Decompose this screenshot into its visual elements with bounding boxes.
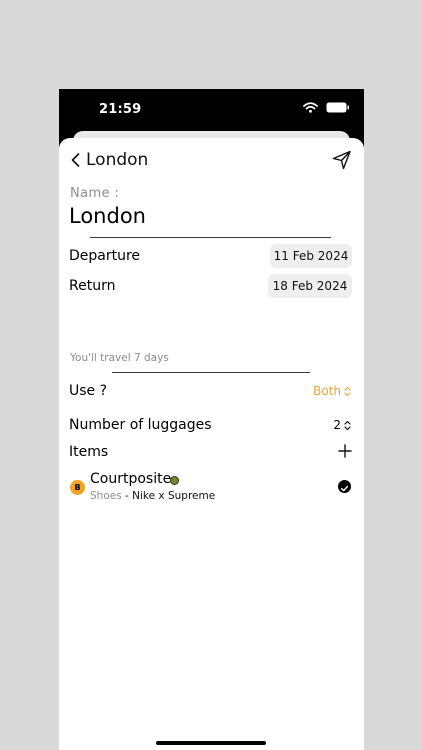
luggages-label: Number of luggages <box>69 417 212 433</box>
return-label: Return <box>69 278 116 294</box>
name-divider <box>90 237 331 238</box>
up-down-chevron-icon <box>344 420 351 430</box>
checkmark-circle-icon <box>340 485 349 492</box>
plus-icon <box>338 444 352 458</box>
page-title: London <box>86 150 149 170</box>
back-button[interactable] <box>67 150 83 170</box>
item-color-dot <box>170 476 179 485</box>
departure-label: Departure <box>69 248 141 264</box>
item-category: Shoes <box>90 490 122 502</box>
use-value: Both <box>313 384 341 398</box>
trip-detail-sheet: London Name : London Departure 11 Feb 20… <box>59 138 364 750</box>
travel-duration-note: You'll travel 7 days <box>70 352 169 364</box>
dates-divider <box>112 372 310 373</box>
share-button[interactable] <box>331 149 353 171</box>
send-icon <box>332 150 351 170</box>
name-label: Name : <box>70 186 120 201</box>
use-label: Use ? <box>69 383 108 399</box>
item-separator: - <box>121 490 133 502</box>
luggages-selector[interactable]: 2 <box>333 418 351 432</box>
luggages-count: 2 <box>333 418 341 432</box>
departure-date-picker[interactable]: 11 Feb 2024 <box>270 244 352 268</box>
phone-frame: 21:59 London Name: London Departure 11 … <box>59 89 364 750</box>
items-label: Items <box>69 444 109 460</box>
item-checkbox[interactable] <box>338 480 351 493</box>
item-brand: Nike x Supreme <box>132 490 216 502</box>
up-down-chevron-icon <box>344 386 351 396</box>
name-field[interactable]: London <box>69 204 146 228</box>
navigation-bar: London <box>59 138 364 182</box>
use-selector[interactable]: Both <box>313 384 351 398</box>
status-bar: 21:59 <box>59 89 364 133</box>
item-subtitle: Shoes - Nike x Supreme <box>90 490 215 502</box>
status-icons <box>303 102 350 113</box>
item-name: Courtposite <box>90 471 172 487</box>
return-date-picker[interactable]: 18 Feb 2024 <box>268 274 352 298</box>
add-item-button[interactable] <box>338 443 352 458</box>
status-time: 21:59 <box>99 102 142 117</box>
item-badge: B <box>70 480 85 495</box>
list-item[interactable]: B Courtposite Shoes - Nike x Supreme <box>59 469 364 509</box>
chevron-left-icon <box>71 153 79 167</box>
home-indicator[interactable] <box>156 741 266 745</box>
battery-icon <box>326 102 349 113</box>
wifi-icon <box>303 102 318 113</box>
